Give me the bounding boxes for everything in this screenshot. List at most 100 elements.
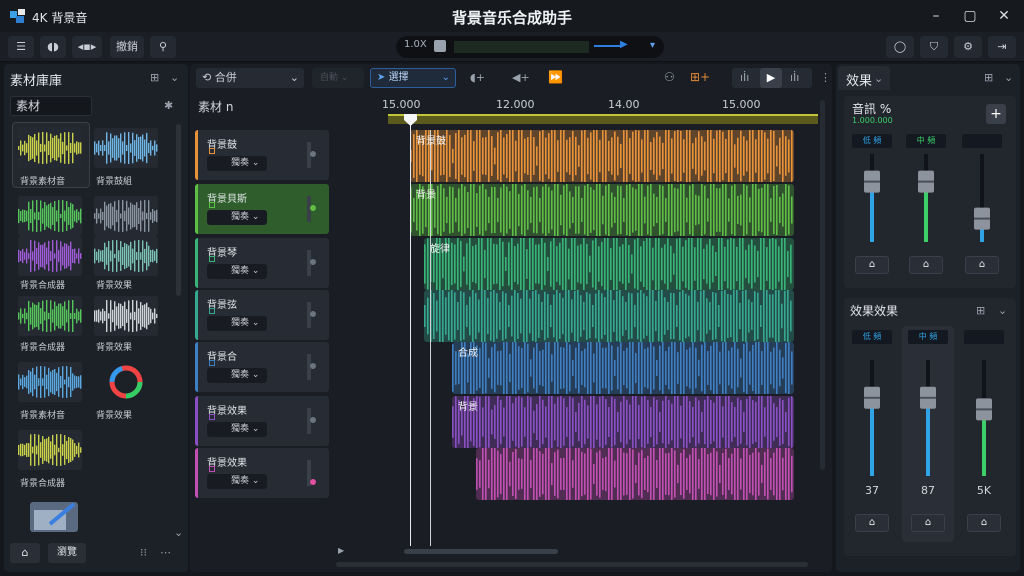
track-header[interactable]: 背景弦 獨奏 ⌄ (195, 290, 329, 340)
channel-home-icon[interactable]: ⌂ (967, 514, 1001, 532)
audio-clip[interactable] (424, 290, 794, 342)
track-header[interactable]: 背景貝斯 獨奏 ⌄ (195, 184, 329, 234)
track-volume-knob[interactable] (307, 142, 317, 168)
browse-button[interactable]: 瀏覽 (48, 543, 86, 563)
track-record-icon[interactable] (209, 256, 215, 262)
panel-layout-icon[interactable]: ⊞ (976, 304, 985, 317)
track-volume-knob[interactable] (307, 460, 317, 486)
shield-icon[interactable]: ⛉ (920, 36, 948, 58)
scroll-left-icon[interactable]: ▶ (338, 546, 346, 555)
audio-clip[interactable]: 旋律 (424, 238, 794, 290)
track-header[interactable]: 背景合 獨奏 ⌄ (195, 342, 329, 392)
channel-home-icon[interactable]: ⌂ (909, 256, 943, 274)
library-tab[interactable]: 素材庫庫 (10, 70, 62, 89)
track-record-icon[interactable] (209, 202, 215, 208)
library-item-thumbnail[interactable] (18, 430, 82, 470)
close-icon[interactable]: ✕ (994, 6, 1014, 26)
maximize-icon[interactable]: ▢ (960, 6, 980, 26)
tracks-vertical-scrollbar[interactable] (820, 100, 825, 470)
chevron-down-icon[interactable]: ⌄ (998, 304, 1007, 317)
audio-clip[interactable]: 背景鼓 (410, 130, 794, 182)
library-item-thumbnail[interactable] (18, 196, 82, 236)
chevron-down-icon[interactable]: ⌄ (170, 71, 179, 84)
grid-view-icon[interactable]: ⁝⁝ (140, 546, 147, 559)
track-mode-select[interactable]: 獨奏 ⌄ (207, 316, 267, 331)
track-mode-select[interactable]: 獨奏 ⌄ (207, 368, 267, 383)
library-item-thumbnail[interactable] (18, 128, 82, 168)
effects-tab[interactable]: 效果 (846, 70, 872, 89)
search-icon[interactable]: ⚲ (150, 36, 176, 58)
speaker-icon[interactable]: ◀+ (512, 71, 530, 84)
channel-fader[interactable] (920, 360, 936, 476)
track-volume-knob[interactable] (307, 302, 317, 328)
panel-layout-icon[interactable]: ⊞ (984, 71, 993, 84)
track-mode-select[interactable]: 獨奏 ⌄ (207, 156, 267, 171)
channel-home-icon[interactable]: ⌂ (965, 256, 999, 274)
track-mode-select[interactable]: 獨奏 ⌄ (207, 422, 267, 437)
marker-icon[interactable]: ıİı (740, 71, 749, 84)
tracks-horizontal-scrollbar[interactable] (404, 549, 558, 554)
track-volume-knob[interactable] (307, 250, 317, 276)
chat-icon[interactable]: ◯ (886, 36, 914, 58)
document-edit-icon[interactable] (30, 502, 78, 532)
volume-icon[interactable]: ◖+ (470, 71, 485, 84)
channel-fader[interactable] (974, 154, 990, 242)
library-item-thumbnail[interactable] (18, 296, 82, 336)
audio-clip[interactable] (476, 448, 794, 500)
channel-fader[interactable] (976, 360, 992, 476)
channel-home-icon[interactable]: ⌂ (855, 256, 889, 274)
library-item-thumbnail[interactable] (18, 236, 82, 276)
chevron-down-icon[interactable]: ⌄ (1004, 71, 1013, 84)
library-search-input[interactable]: 素材 (10, 96, 92, 116)
track-header[interactable]: 背景鼓 獨奏 ⌄ (195, 130, 329, 180)
play-icon[interactable]: ▶ (760, 68, 782, 88)
panel-layout-icon[interactable]: ⊞ (150, 71, 159, 84)
channel-home-icon[interactable]: ⌂ (911, 514, 945, 532)
user-icon[interactable]: ⚇ (664, 70, 675, 84)
undo-button[interactable]: 撤銷 (110, 36, 144, 58)
channel-home-icon[interactable]: ⌂ (855, 514, 889, 532)
track-record-icon[interactable] (209, 148, 215, 154)
library-item-thumbnail[interactable] (94, 196, 158, 236)
library-item-thumbnail[interactable] (94, 296, 158, 336)
track-record-icon[interactable] (209, 414, 215, 420)
audio-clip[interactable]: 背景 (410, 184, 794, 236)
track-header[interactable]: 背景效果 獨奏 ⌄ (195, 396, 329, 446)
playhead-handle-icon[interactable] (404, 114, 417, 126)
add-effect-button[interactable]: + (986, 104, 1006, 124)
more-icon[interactable]: ⋯ (160, 546, 171, 559)
channel-fader[interactable] (918, 154, 934, 242)
tool-select[interactable]: ➤ 選擇 ⌄ (370, 68, 456, 88)
track-record-icon[interactable] (209, 466, 215, 472)
settings-icon[interactable]: ⚙ (954, 36, 982, 58)
split-icon[interactable]: ◂▪▸ (72, 36, 102, 58)
scroll-down-icon[interactable]: ⌄ (174, 526, 183, 539)
audio-clip[interactable]: 合成 (452, 342, 794, 394)
meter-icon[interactable]: ıİı (790, 71, 799, 84)
track-header[interactable]: 背景琴 獨奏 ⌄ (195, 238, 329, 288)
transport-bar[interactable]: 1.0X ▶ (396, 36, 664, 58)
channel-fader[interactable] (864, 154, 880, 242)
audio-clip[interactable]: 背景 (452, 396, 794, 448)
track-volume-knob[interactable] (307, 408, 317, 434)
track-record-icon[interactable] (209, 360, 215, 366)
library-scrollbar[interactable] (176, 124, 181, 296)
library-item-thumbnail[interactable] (94, 236, 158, 276)
track-record-icon[interactable] (209, 308, 215, 314)
waveform-view-icon[interactable]: ◖◗ (40, 36, 66, 58)
library-item-thumbnail[interactable] (94, 362, 158, 402)
track-mode-select[interactable]: 獨奏 ⌄ (207, 474, 267, 489)
track-volume-knob[interactable] (307, 196, 317, 222)
export-icon[interactable]: ⇥ (988, 36, 1016, 58)
fast-forward-icon[interactable]: ⏩ (548, 70, 563, 84)
channel-fader[interactable] (864, 360, 880, 476)
chevron-down-icon[interactable]: ⌄ (874, 72, 883, 85)
track-header[interactable]: 背景效果 獨奏 ⌄ (195, 448, 329, 498)
library-item-thumbnail[interactable] (18, 362, 82, 402)
menu-icon[interactable]: ☰ (8, 36, 34, 58)
playhead[interactable] (410, 116, 411, 546)
mode-select[interactable]: ⟲ 合併 ⌄ (196, 68, 304, 88)
pin-icon[interactable]: ✱ (164, 99, 173, 112)
track-mode-select[interactable]: 獨奏 ⌄ (207, 264, 267, 279)
library-item-thumbnail[interactable] (94, 128, 158, 168)
